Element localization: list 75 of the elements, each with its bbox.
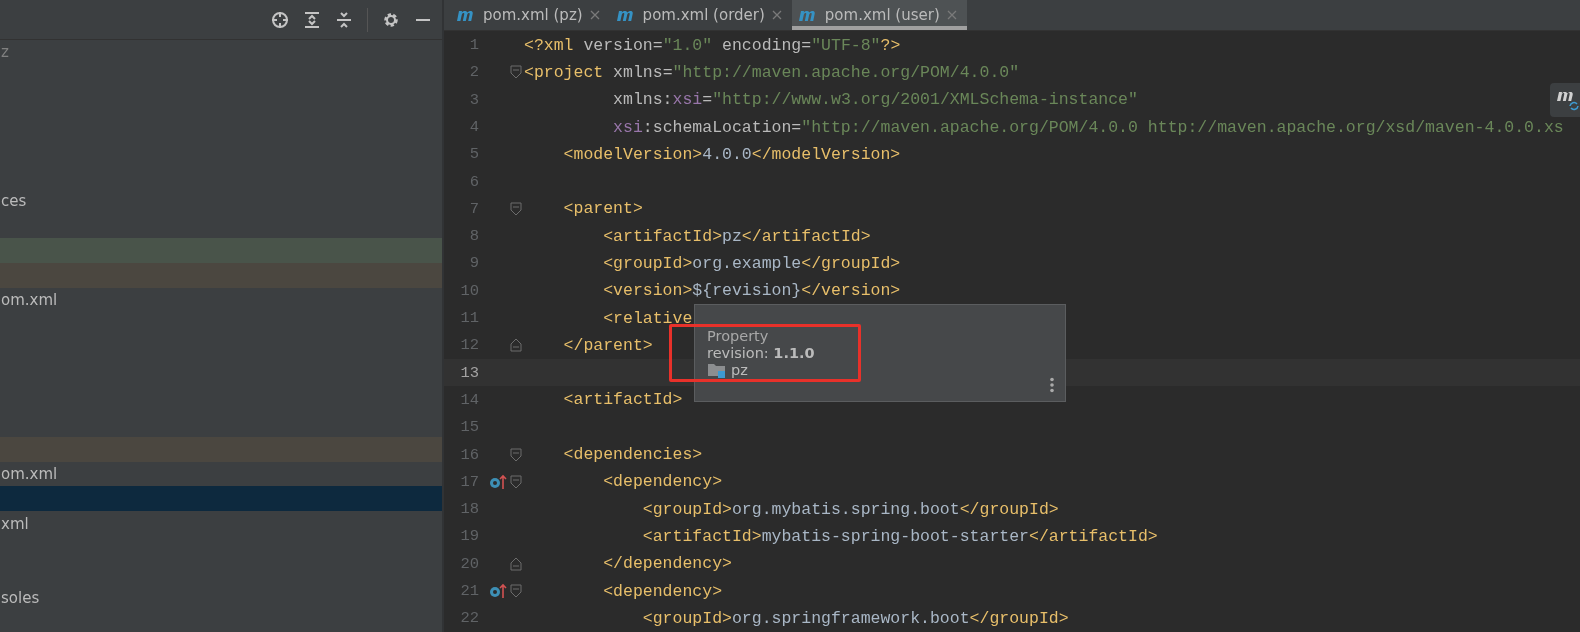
code-line: <version>${revision}</version> bbox=[602, 281, 901, 301]
close-icon[interactable] bbox=[946, 10, 957, 21]
tree-row[interactable]: ces bbox=[0, 188, 442, 214]
tree-row[interactable]: soles bbox=[0, 585, 442, 611]
line-number: 21 bbox=[459, 582, 479, 601]
line-number: 12 bbox=[459, 336, 479, 355]
fold-marker-icon[interactable] bbox=[509, 338, 522, 353]
fold-marker-icon[interactable] bbox=[509, 474, 522, 489]
fold-marker-icon[interactable] bbox=[509, 201, 522, 216]
line-number: 7 bbox=[468, 199, 479, 218]
settings-icon[interactable] bbox=[382, 10, 400, 29]
override-marker-icon[interactable] bbox=[489, 473, 507, 490]
line-number: 19 bbox=[459, 527, 479, 546]
folder-icon bbox=[707, 362, 727, 379]
code-line: xsi:schemaLocation="http://maven.apache.org/POM/4.0.0 http://maven.apache.org/xsd/maven-4.0.0.xs bbox=[612, 117, 1564, 137]
line-number: 13 bbox=[459, 363, 479, 382]
collapse-all-icon[interactable] bbox=[335, 10, 353, 29]
fold-marker-icon[interactable] bbox=[509, 584, 522, 599]
editor-tab[interactable]: pom.xml (order) bbox=[609, 0, 792, 31]
module-name: pz bbox=[731, 362, 748, 379]
close-icon[interactable] bbox=[589, 10, 600, 21]
line-number: 1 bbox=[468, 36, 479, 55]
line-number: 11 bbox=[459, 309, 479, 328]
tree-row[interactable]: xml bbox=[0, 511, 442, 536]
fold-marker-icon[interactable] bbox=[509, 447, 522, 462]
maven-reload-button[interactable] bbox=[1550, 83, 1580, 118]
code-line: <groupId>org.example</groupId> bbox=[602, 254, 901, 273]
line-number: 6 bbox=[468, 172, 479, 191]
fold-marker-icon[interactable] bbox=[509, 556, 522, 571]
line-number: 20 bbox=[459, 554, 479, 573]
code-line: <relative bbox=[602, 308, 693, 328]
code-line: </dependency> bbox=[602, 554, 732, 574]
line-number: 15 bbox=[459, 418, 479, 437]
editor-tab[interactable]: pom.xml (user) bbox=[791, 0, 967, 31]
maven-icon bbox=[615, 8, 636, 23]
code-line: <groupId>org.springframework.boot</groupId> bbox=[641, 608, 1069, 628]
maven-reload-icon bbox=[1556, 89, 1580, 112]
line-number: 5 bbox=[468, 145, 479, 164]
line-number: 4 bbox=[468, 118, 479, 136]
locate-icon[interactable] bbox=[271, 10, 289, 29]
code-line: xmlns:xsi="http://www.w3.org/2001/XMLSchema-instance" bbox=[612, 90, 1138, 110]
code-line: <artifactId>pz</artifactId> bbox=[602, 226, 871, 246]
maven-icon bbox=[797, 8, 818, 23]
line-number: 16 bbox=[459, 445, 479, 464]
code-line: <dependency> bbox=[602, 472, 723, 492]
close-icon[interactable] bbox=[771, 10, 782, 21]
code-line: </parent> bbox=[562, 335, 653, 355]
line-number: 8 bbox=[468, 227, 479, 246]
line-number: 18 bbox=[459, 500, 479, 519]
code-line: <project xmlns="http://maven.apache.org/POM/4.0.0" bbox=[524, 62, 1020, 82]
override-marker-icon[interactable] bbox=[489, 583, 507, 600]
tooltip-title: Property bbox=[707, 328, 770, 345]
expand-all-icon[interactable] bbox=[303, 10, 321, 29]
code-line: <?xml version="1.0" encoding="UTF-8"?> bbox=[524, 35, 901, 55]
code-line: <artifactId> bbox=[562, 390, 683, 410]
tree-row[interactable]: om.xml bbox=[0, 287, 442, 313]
code-line: <dependencies> bbox=[562, 445, 703, 465]
editor-tab[interactable]: pom.xml (pz) bbox=[450, 0, 610, 31]
code-line: <parent> bbox=[562, 199, 643, 219]
tree-row[interactable]: om.xml bbox=[0, 461, 442, 487]
code-line: <dependency> bbox=[602, 581, 723, 601]
tooltip-text: revision: 1.1.0 bbox=[707, 345, 816, 362]
line-number: 2 bbox=[468, 63, 479, 82]
maven-icon bbox=[456, 8, 476, 23]
more-icon[interactable] bbox=[1049, 377, 1055, 394]
line-number: 17 bbox=[459, 472, 479, 491]
fold-marker-icon[interactable] bbox=[509, 65, 522, 80]
line-number: 14 bbox=[459, 390, 479, 409]
code-line: <artifactId>mybatis-spring-boot-starter</artifactId> bbox=[641, 526, 1158, 546]
line-number: 9 bbox=[468, 254, 479, 273]
line-number: 22 bbox=[459, 609, 479, 628]
line-number: 3 bbox=[468, 90, 479, 109]
code-line: <groupId>org.mybatis.spring.boot</groupId> bbox=[641, 499, 1059, 519]
line-number: 10 bbox=[459, 281, 479, 300]
code-line: <modelVersion>4.0.0</modelVersion> bbox=[562, 144, 901, 164]
